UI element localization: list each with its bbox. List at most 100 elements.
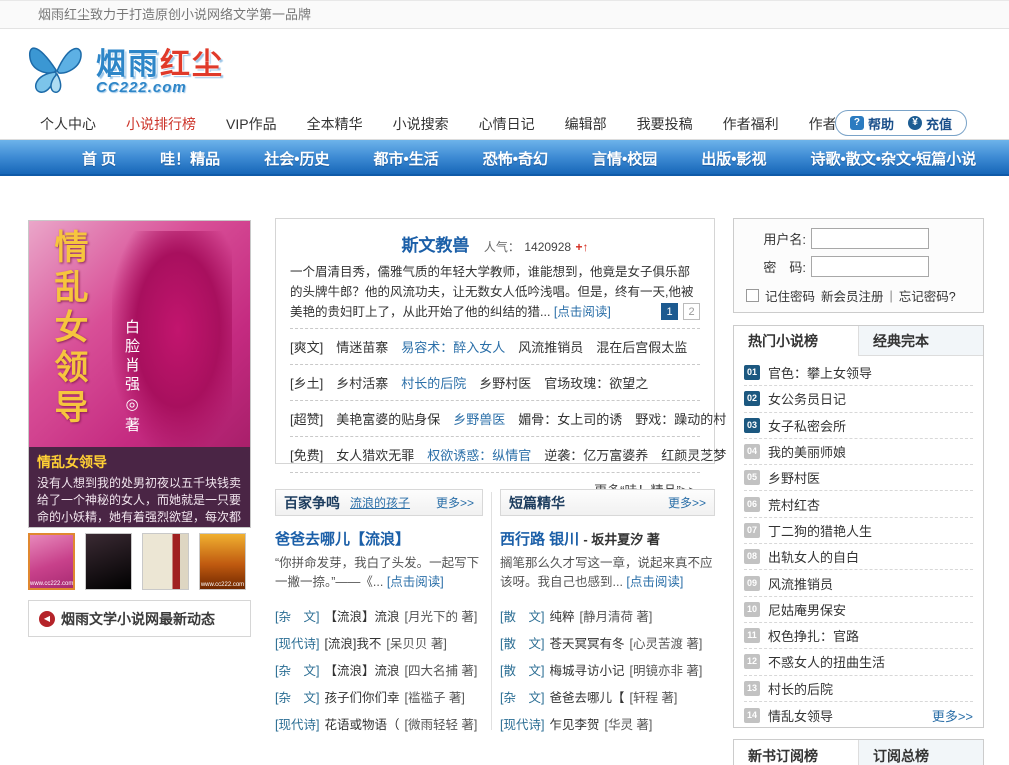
- register-link[interactable]: 新会员注册: [821, 286, 884, 305]
- item-title-link[interactable]: 孩子们你们幸: [324, 691, 399, 705]
- site-logo[interactable]: 烟雨红尘 CC222.com: [26, 38, 224, 96]
- forum-more-link[interactable]: 更多>>: [436, 494, 474, 511]
- ranked-novel-link[interactable]: 风流推销员: [768, 574, 833, 593]
- thumbnail-watermark: www.cc222.com: [30, 581, 73, 587]
- main-nav-item[interactable]: 社会•历史: [264, 148, 329, 169]
- rank-badge: 12: [744, 654, 760, 669]
- subscription-box: 新书订阅榜 订阅总榜: [733, 739, 984, 765]
- tab-classic-complete[interactable]: 经典完本: [858, 326, 983, 356]
- read-now-link[interactable]: [点击阅读]: [626, 575, 683, 589]
- novel-link[interactable]: 风流推销员: [518, 337, 583, 356]
- password-input[interactable]: [811, 256, 929, 277]
- ranked-novel-link[interactable]: 官色：攀上女领导: [768, 363, 872, 382]
- ranked-novel-link[interactable]: 权色挣扎：官路: [768, 626, 859, 645]
- ranked-novel-link[interactable]: 出轨女人的自白: [768, 547, 859, 566]
- novel-link[interactable]: 乡野兽医: [453, 409, 505, 428]
- rank-badge: 04: [744, 444, 760, 459]
- novel-link[interactable]: 乡村活寨: [336, 373, 388, 392]
- novel-link[interactable]: 情迷苗寨: [336, 337, 388, 356]
- main-nav-item[interactable]: 都市•生活: [373, 148, 438, 169]
- novel-link[interactable]: 野戏：躁动的村: [635, 409, 726, 428]
- main-nav-item[interactable]: 首 页: [82, 148, 116, 169]
- forum-feature-title[interactable]: 爸爸去哪儿【流浪】: [275, 528, 483, 549]
- novel-link[interactable]: 官场玫瑰：欲望之: [544, 373, 648, 392]
- item-title-link[interactable]: [流浪]我不: [324, 637, 381, 651]
- thumbnail-1[interactable]: www.cc222.com: [28, 533, 75, 590]
- item-title-link[interactable]: 爸爸去哪儿【: [549, 691, 624, 705]
- shorts-feature-title[interactable]: 西行路 银川 - 坂井夏汐 著: [500, 528, 715, 549]
- item-title-link[interactable]: 梅城寻访小记: [549, 664, 624, 678]
- novel-link[interactable]: 乡野村医: [479, 373, 531, 392]
- item-category: [散 文]: [500, 637, 544, 651]
- ranked-novel-link[interactable]: 乡野村医: [768, 468, 820, 487]
- main-nav-item[interactable]: 恐怖•奇幻: [483, 148, 548, 169]
- thumbnail-3[interactable]: [142, 533, 189, 590]
- ranked-novel-link[interactable]: 尼姑庵男保安: [768, 600, 846, 619]
- secondary-nav-item[interactable]: 心情日记: [479, 114, 535, 134]
- latest-news-box[interactable]: ◀ 烟雨文学小说网最新动态: [28, 600, 251, 637]
- secondary-nav-item[interactable]: 个人中心: [40, 114, 96, 134]
- ranked-novel-link[interactable]: 情乱女领导: [768, 706, 833, 725]
- item-title-link[interactable]: 纯粹: [549, 610, 574, 624]
- item-title-link[interactable]: 乍见李贺: [549, 718, 599, 732]
- remember-checkbox[interactable]: [746, 289, 759, 302]
- ranked-novel-link[interactable]: 村长的后院: [768, 679, 833, 698]
- novel-link[interactable]: 女人猎欢无罪: [336, 445, 414, 464]
- forgot-password-link[interactable]: 忘记密码?: [899, 286, 956, 305]
- read-now-link[interactable]: [点击阅读]: [387, 575, 444, 589]
- help-icon: ?: [850, 116, 864, 130]
- username-input[interactable]: [811, 228, 929, 249]
- page-button-1[interactable]: 1: [661, 303, 678, 320]
- novel-link[interactable]: 权欲诱惑：纵情官: [427, 445, 531, 464]
- trend-up-icon: +↑: [576, 240, 589, 254]
- tab-new-subscriptions[interactable]: 新书订阅榜: [734, 740, 858, 765]
- featured-novel-title[interactable]: 斯文教兽: [401, 236, 469, 255]
- secondary-nav-item[interactable]: 编辑部: [565, 114, 607, 134]
- item-title-link[interactable]: 苍天冥冥有冬: [549, 637, 624, 651]
- secondary-nav-item[interactable]: 作者福利: [723, 114, 779, 134]
- main-nav-item[interactable]: 诗歌•散文•杂文•短篇小说: [811, 148, 977, 169]
- novel-link[interactable]: 红颜灵芝梦: [661, 445, 726, 464]
- read-now-link[interactable]: [点击阅读]: [554, 305, 611, 319]
- secondary-nav-item[interactable]: 我要投稿: [637, 114, 693, 134]
- forum-topic-link[interactable]: 流浪的孩子: [350, 494, 410, 511]
- ranked-novel-link[interactable]: 丁二狗的猎艳人生: [768, 521, 872, 540]
- novel-link[interactable]: 媚骨：女上司的诱: [518, 409, 622, 428]
- recharge-button[interactable]: ¥充值: [908, 114, 952, 133]
- novel-link[interactable]: 村长的后院: [401, 373, 466, 392]
- secondary-nav-item[interactable]: VIP作品: [226, 114, 277, 134]
- help-button[interactable]: ?帮助: [850, 114, 894, 133]
- main-nav: 首 页 哇！精品 社会•历史 都市•生活 恐怖•奇幻 言情•校园 出版•影视 诗歌•散文•杂文…: [0, 140, 1009, 176]
- secondary-nav-item[interactable]: 小说排行榜: [126, 114, 196, 134]
- ranked-novel-link[interactable]: 女公务员日记: [768, 389, 846, 408]
- tab-hot-novels[interactable]: 热门小说榜: [734, 326, 858, 356]
- ranked-novel-link[interactable]: 不惑女人的扭曲生活: [768, 652, 885, 671]
- featured-book-cover[interactable]: 情乱女领导 白脸肖强◎著 情乱女领导 没有人想到我的处男初夜以五千块钱卖给了一个…: [28, 220, 251, 528]
- item-title-link[interactable]: 【流浪】流浪: [324, 664, 399, 678]
- item-title-link[interactable]: 花语或物语（: [324, 718, 399, 732]
- novel-link[interactable]: 逆袭：亿万富婆养: [544, 445, 648, 464]
- ranked-novel-link[interactable]: 我的美丽师娘: [768, 442, 846, 461]
- page-button-2[interactable]: 2: [683, 303, 700, 320]
- main-nav-item[interactable]: 哇！精品: [160, 148, 220, 169]
- logo-text: 烟雨红尘 CC222.com: [96, 39, 224, 96]
- shorts-more-link[interactable]: 更多>>: [668, 494, 706, 511]
- main-nav-item[interactable]: 言情•校园: [592, 148, 657, 169]
- secondary-nav-item[interactable]: 小说搜索: [393, 114, 449, 134]
- password-label: 密 码:: [744, 257, 806, 276]
- news-title: 烟雨文学小说网最新动态: [61, 609, 215, 629]
- ranked-novel-link[interactable]: 荒村红杏: [768, 495, 820, 514]
- category-row: [免费]女人猎欢无罪权欲诱惑：纵情官逆袭：亿万富婆养红颜灵芝梦: [290, 436, 700, 472]
- thumbnail-4[interactable]: www.cc222.com: [199, 533, 246, 590]
- novel-link[interactable]: 混在后宫假太监: [596, 337, 687, 356]
- thumbnail-2[interactable]: [85, 533, 132, 590]
- novel-link[interactable]: 易容术：醉入女人: [401, 337, 505, 356]
- item-title-link[interactable]: 【流浪】流浪: [324, 610, 399, 624]
- ranking-more-link[interactable]: 更多>>: [932, 706, 973, 725]
- tab-total-subscriptions[interactable]: 订阅总榜: [858, 740, 983, 765]
- novel-link[interactable]: 美艳富婆的贴身保: [336, 409, 440, 428]
- ranked-novel-link[interactable]: 女子私密会所: [768, 416, 846, 435]
- main-nav-item[interactable]: 出版•影视: [701, 148, 766, 169]
- secondary-nav-item[interactable]: 全本精华: [307, 114, 363, 134]
- rank-badge: 09: [744, 576, 760, 591]
